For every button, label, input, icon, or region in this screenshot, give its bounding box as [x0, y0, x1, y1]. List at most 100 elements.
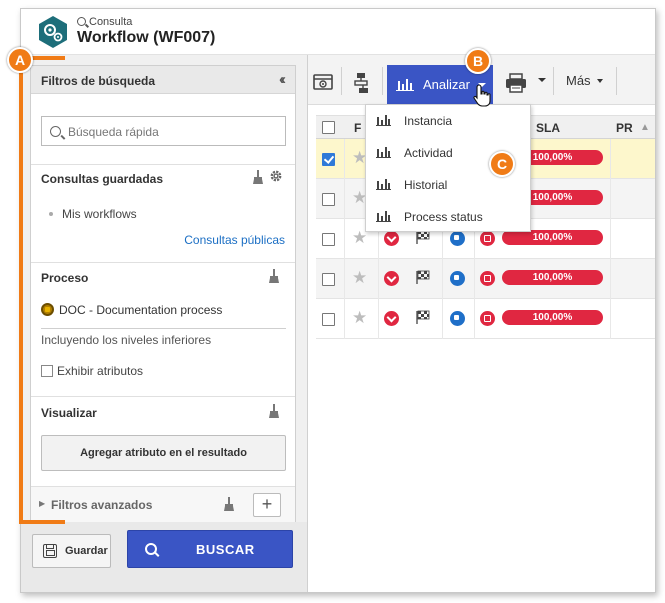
- bar-chart-icon: [376, 211, 391, 222]
- divider: [616, 67, 617, 95]
- status-late-icon: [384, 271, 399, 286]
- saved-queries-title: Consultas guardadas: [41, 172, 164, 186]
- star-icon[interactable]: ★: [352, 309, 369, 326]
- callout-a-bracket: [19, 56, 23, 524]
- bar-chart-icon: [376, 179, 391, 190]
- divider: [610, 179, 611, 219]
- gear-icon[interactable]: [269, 169, 283, 183]
- divider: [344, 139, 345, 179]
- sla-progress-bar: 100,00%: [502, 270, 603, 285]
- menu-item-instancia[interactable]: Instancia: [366, 105, 530, 137]
- search-button[interactable]: BUSCAR: [127, 530, 293, 568]
- quick-search-input[interactable]: [68, 123, 278, 141]
- show-attributes-option[interactable]: Exhibir atributos: [41, 364, 143, 378]
- callout-badge-a: A: [7, 47, 33, 73]
- menu-item-process-status[interactable]: Process status: [366, 201, 530, 233]
- app-window: Consulta Workflow (WF007) Filtros de bús…: [20, 8, 656, 593]
- saved-query-mis-workflows[interactable]: Mis workflows: [49, 207, 137, 221]
- include-sublevels-note: Incluyendo los niveles inferiores: [41, 333, 212, 347]
- divider: [474, 299, 475, 339]
- advanced-filters-row[interactable]: ▶ Filtros avanzados +: [31, 486, 295, 522]
- advanced-filters-label: Filtros avanzados: [51, 498, 153, 512]
- divider: [31, 396, 295, 397]
- add-filter-button[interactable]: +: [253, 493, 281, 517]
- chevron-down-icon: [596, 78, 603, 83]
- public-queries-link[interactable]: Consultas públicas: [184, 233, 285, 247]
- clear-broom-icon[interactable]: [253, 170, 263, 184]
- checkered-flag-icon: [416, 270, 430, 284]
- workflow-diagram-icon[interactable]: [352, 65, 372, 99]
- page-title: Workflow (WF007): [77, 29, 216, 46]
- star-icon[interactable]: ★: [352, 269, 369, 286]
- filters-panel: Filtros de búsqueda ‹‹ Consultas guardad…: [30, 65, 296, 522]
- status-stopped-icon: [480, 311, 495, 326]
- save-icon: [43, 544, 57, 558]
- search-icon: [50, 126, 61, 137]
- search-icon: [77, 17, 86, 26]
- row-checkbox[interactable]: [322, 153, 335, 166]
- show-attributes-checkbox[interactable]: [41, 364, 53, 377]
- search-actions: Guardar BUSCAR: [21, 522, 307, 592]
- divider: [31, 164, 295, 165]
- divider: [382, 67, 383, 95]
- column-header-pr[interactable]: PR: [616, 121, 633, 135]
- status-stopped-icon: [480, 231, 495, 246]
- divider: [344, 219, 345, 259]
- status-running-icon: [450, 271, 465, 286]
- quick-search-field[interactable]: [41, 116, 286, 146]
- divider: [553, 67, 554, 95]
- divider: [341, 67, 342, 95]
- callout-badge-b: B: [465, 48, 491, 74]
- row-checkbox[interactable]: [322, 313, 335, 326]
- save-button[interactable]: Guardar: [32, 534, 111, 568]
- table-row[interactable]: ★ 100,00%: [316, 259, 655, 299]
- filters-panel-header: Filtros de búsqueda ‹‹: [31, 66, 295, 94]
- divider: [41, 328, 286, 329]
- row-checkbox[interactable]: [322, 193, 335, 206]
- bar-chart-icon: [396, 79, 414, 91]
- sla-progress-bar: 100,00%: [502, 310, 603, 325]
- divider: [442, 299, 443, 339]
- plus-icon: +: [261, 494, 273, 514]
- view-record-icon[interactable]: [312, 65, 334, 99]
- column-header-sla[interactable]: SLA: [536, 121, 560, 135]
- divider: [610, 139, 611, 179]
- column-header-flag[interactable]: F: [354, 121, 361, 135]
- divider: [610, 299, 611, 339]
- status-running-icon: [450, 311, 465, 326]
- print-icon[interactable]: [504, 65, 528, 99]
- divider: [344, 259, 345, 299]
- visualize-title: Visualizar: [41, 406, 97, 420]
- divider: [474, 259, 475, 299]
- table-row[interactable]: ★ 100,00%: [316, 299, 655, 339]
- collapse-panel-icon[interactable]: ‹‹: [279, 71, 286, 88]
- search-icon: [145, 543, 157, 555]
- add-attribute-button[interactable]: Agregar atributo en el resultado: [41, 435, 286, 471]
- clear-broom-icon[interactable]: [224, 497, 234, 511]
- clear-broom-icon[interactable]: [269, 404, 279, 418]
- row-checkbox[interactable]: [322, 233, 335, 246]
- checkered-flag-icon: [416, 310, 430, 324]
- status-stopped-icon: [480, 271, 495, 286]
- row-checkbox[interactable]: [322, 273, 335, 286]
- sort-arrow-icon[interactable]: ▲: [640, 122, 650, 133]
- bar-chart-icon: [376, 147, 391, 158]
- analyze-label: Analizar: [423, 77, 470, 92]
- selected-process[interactable]: DOC - Documentation process: [41, 303, 222, 317]
- select-all-checkbox[interactable]: [322, 121, 335, 134]
- divider: [378, 259, 379, 299]
- workflow-app-icon: [39, 16, 67, 48]
- filters-panel-title: Filtros de búsqueda: [41, 74, 156, 88]
- page-header: Consulta Workflow (WF007): [21, 9, 655, 55]
- divider: [378, 299, 379, 339]
- hand-cursor-icon: [473, 84, 491, 107]
- process-title: Proceso: [41, 271, 89, 285]
- chevron-down-icon[interactable]: [538, 78, 546, 82]
- status-late-icon: [384, 311, 399, 326]
- page-subtitle: Consulta: [77, 16, 132, 28]
- more-button[interactable]: Más: [556, 67, 613, 95]
- expand-arrow-icon[interactable]: ▶: [39, 499, 45, 508]
- divider: [31, 262, 295, 263]
- status-running-icon: [450, 231, 465, 246]
- clear-broom-icon[interactable]: [269, 269, 279, 283]
